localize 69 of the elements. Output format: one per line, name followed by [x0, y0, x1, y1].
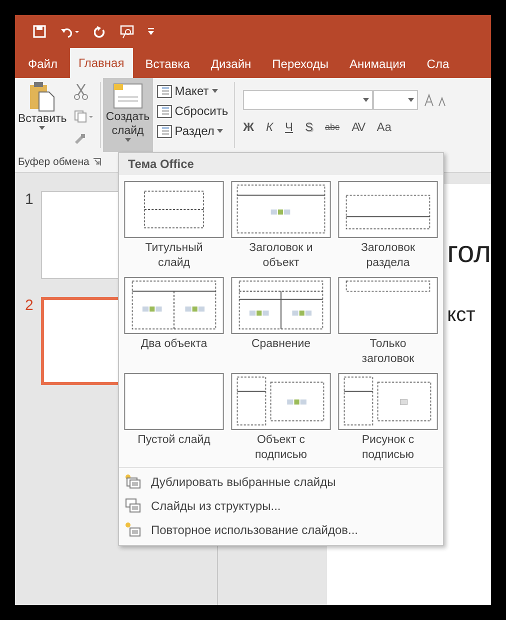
font-format-button[interactable]: AV	[352, 120, 365, 134]
layout-thumbnail[interactable]	[124, 373, 224, 430]
ribbon-tab[interactable]: Вставка	[136, 50, 199, 78]
layout-label[interactable]: Заголовок раздела	[345, 241, 431, 271]
dialog-launcher-icon[interactable]	[93, 158, 102, 166]
font-format-button[interactable]: К	[266, 120, 274, 134]
reuse-slides-icon	[125, 522, 141, 537]
slide-number: 2	[25, 297, 34, 316]
duplicate-slides-icon	[125, 474, 141, 489]
slide-title[interactable]: гол	[447, 236, 491, 270]
layout-icon	[156, 104, 172, 118]
slide-icon	[112, 82, 143, 110]
font-format-button[interactable]: S	[305, 120, 314, 134]
layout-label[interactable]: Заголовок и объект	[238, 241, 324, 271]
font-name-field[interactable]	[243, 90, 374, 110]
ribbon-tab[interactable]: Дизайн	[202, 50, 260, 78]
presentation-icon[interactable]	[120, 24, 134, 38]
font-format-button[interactable]: Ж	[243, 120, 254, 134]
font-format-button[interactable]: Ч	[285, 120, 294, 134]
slide-number: 1	[25, 191, 34, 210]
dropdown-caret-icon	[408, 98, 414, 102]
new-slide-button[interactable]: Создать слайд	[102, 78, 153, 152]
caret-icon	[39, 126, 46, 130]
layout-thumbnail[interactable]	[124, 181, 224, 238]
layout-icon	[156, 84, 172, 98]
menu-header: Тема Office	[119, 153, 443, 175]
layout-label[interactable]: Пустой слайд	[131, 433, 217, 463]
layout-thumbnail[interactable]	[231, 181, 331, 238]
layout-label[interactable]: Только заголовок	[345, 337, 431, 367]
ribbon-tab[interactable]: Файл	[19, 50, 67, 78]
menu-item[interactable]: Повторное использование слайдов...	[119, 520, 443, 539]
redo-icon[interactable]	[94, 26, 106, 38]
format-painter-icon[interactable]	[74, 133, 86, 145]
group-label: Буфер обмена	[18, 156, 90, 168]
ribbon-tab[interactable]: Переходы	[263, 50, 338, 78]
outline-slides-icon	[125, 498, 141, 513]
slide-command[interactable]: Сбросить	[156, 104, 228, 118]
layout-label[interactable]: Сравнение	[238, 337, 324, 367]
layout-label[interactable]: Рисунок с подписью	[345, 433, 431, 463]
layout-thumbnail[interactable]	[231, 373, 331, 430]
layout-icon	[156, 124, 172, 138]
ribbon-tab[interactable]: Сла	[418, 50, 458, 78]
font-format-button[interactable]: Aa	[376, 120, 392, 134]
slide-command[interactable]: Раздел	[156, 124, 228, 138]
font-size-field[interactable]	[373, 90, 418, 110]
cut-icon[interactable]	[74, 84, 88, 100]
layout-thumbnail[interactable]	[231, 277, 331, 334]
ribbon-tab[interactable]: Главная	[70, 48, 134, 78]
layout-label[interactable]: Титульный слайд	[131, 241, 217, 271]
layout-thumbnail[interactable]	[338, 181, 438, 238]
layout-thumbnail[interactable]	[338, 373, 438, 430]
dropdown-caret-icon	[363, 98, 370, 102]
undo-icon[interactable]	[60, 26, 80, 38]
slide-subtitle[interactable]: кст	[447, 304, 491, 327]
slide-command[interactable]: Макет	[156, 84, 228, 98]
save-icon[interactable]	[33, 25, 46, 38]
layout-thumbnail[interactable]	[124, 277, 224, 334]
layout-label[interactable]: Объект с подписью	[238, 433, 324, 463]
clipboard-icon	[29, 82, 56, 112]
paste-button[interactable]: Вставить	[15, 78, 70, 152]
layout-label[interactable]: Два объекта	[131, 337, 217, 367]
copy-icon[interactable]	[74, 110, 94, 123]
caret-icon	[124, 138, 131, 142]
font-format-button[interactable]: abc	[325, 122, 340, 132]
menu-item[interactable]: Слайды из структуры...	[119, 496, 443, 515]
ribbon-tab[interactable]: Анимация	[340, 50, 415, 78]
menu-item[interactable]: Дублировать выбранные слайды	[119, 472, 443, 491]
layout-thumbnail[interactable]	[338, 277, 438, 334]
customize-icon[interactable]	[148, 28, 154, 35]
